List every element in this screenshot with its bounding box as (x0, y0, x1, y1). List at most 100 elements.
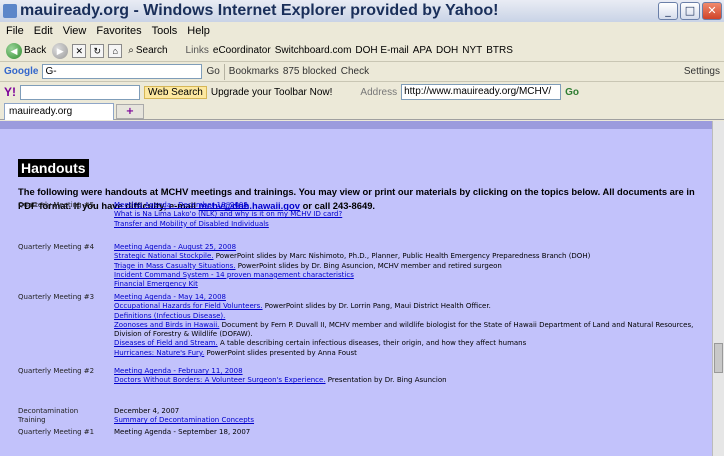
upgrade-toolbar-link[interactable]: Upgrade your Toolbar Now! (211, 87, 333, 98)
handout-link[interactable]: Transfer and Mobility of Disabled Indivi… (114, 220, 269, 228)
home-icon[interactable]: ⌂ (108, 43, 123, 58)
google-search-input[interactable] (42, 64, 203, 79)
search-label: Search (135, 45, 168, 56)
refresh-icon[interactable]: ↻ (90, 43, 105, 58)
handout-item: Meeting Agenda - August 25, 2008 (114, 243, 704, 252)
handout-description: PowerPoint slides by Dr. Bing Asuncion, … (237, 261, 502, 270)
handout-item: Transfer and Mobility of Disabled Indivi… (114, 220, 704, 229)
stop-icon[interactable]: ✕ (72, 43, 87, 58)
address-go-button[interactable]: Go (565, 87, 579, 98)
section-label: Decontamination Training (18, 407, 79, 425)
handout-item: Meeting Agenda - September 18, 2007 (114, 428, 704, 437)
link-doh[interactable]: DOH (436, 45, 458, 56)
handout-item: December 4, 2007 (114, 407, 704, 416)
menu-favorites[interactable]: Favorites (96, 25, 141, 37)
section-label: Quarterly Meeting #5 (18, 201, 95, 209)
handout-item: Financial Emergency Kit (114, 280, 704, 289)
close-button[interactable]: ✕ (702, 2, 722, 20)
window-title: mauiready.org - Windows Internet Explore… (20, 2, 499, 19)
handout-link[interactable]: Meeting Agenda - May 14, 2008 (114, 293, 226, 301)
menu-file[interactable]: File (6, 25, 24, 37)
handout-link[interactable]: Triage in Mass Casualty Situations. (114, 262, 236, 270)
handout-link[interactable]: Definitions (Infectious Disease). (114, 312, 225, 320)
minimize-button[interactable]: _ (658, 2, 678, 20)
vertical-scrollbar[interactable] (712, 121, 724, 456)
web-search-button[interactable]: Web Search (144, 85, 207, 99)
menu-bar: File Edit View Favorites Tools Help (0, 22, 724, 40)
handout-description: Meeting Agenda - September 18, 2007 (114, 428, 251, 436)
handout-item: Hurricanes: Nature's Fury. PowerPoint sl… (114, 349, 704, 358)
forward-button[interactable]: ▶ (52, 42, 69, 59)
handout-description: PowerPoint slides presented by Anna Fous… (206, 348, 357, 357)
link-doh-email[interactable]: DOH E-mail (355, 45, 408, 56)
page-header-strip (0, 121, 712, 129)
handout-item: Meeting Agenda - December 18, 2008 (114, 201, 704, 210)
menu-view[interactable]: View (63, 25, 87, 37)
back-button[interactable]: ◀ Back (4, 42, 48, 59)
bookmarks-button[interactable]: Bookmarks (229, 66, 279, 77)
address-label: Address (360, 86, 398, 98)
handout-item: Meeting Agenda - May 14, 2008 (114, 293, 704, 302)
handout-link[interactable]: Zoonoses and Birds in Hawaii. (114, 321, 219, 329)
handout-description: PowerPoint slides by Dr. Lorrin Pang, Ma… (264, 302, 491, 311)
handout-item: What is Na Lima Lako'o (NLK) and why is … (114, 210, 704, 219)
handout-description: December 4, 2007 (114, 407, 180, 415)
menu-edit[interactable]: Edit (34, 25, 53, 37)
settings-button[interactable]: Settings (684, 66, 720, 77)
section-items: Meeting Agenda - February 11, 2008 Doctor… (114, 367, 704, 386)
section-items: Meeting Agenda - December 18, 2008 What i… (114, 201, 704, 229)
handout-link[interactable]: Financial Emergency Kit (114, 280, 198, 288)
handout-link[interactable]: Diseases of Field and Stream. (114, 339, 218, 347)
address-input[interactable]: http://www.mauiready.org/MCHV/ (401, 84, 562, 100)
back-arrow-icon: ◀ (6, 42, 22, 59)
handout-link[interactable]: Strategic National Stockpile. (114, 252, 214, 260)
handout-item: Meeting Agenda - February 11, 2008 (114, 367, 704, 376)
handout-item: Summary of Decontamination Concepts (114, 416, 704, 425)
google-toolbar: Google Go Bookmarks 875 blocked Check Se… (0, 62, 724, 82)
link-btrs[interactable]: BTRS (486, 45, 513, 56)
spellcheck-button[interactable]: Check (341, 66, 369, 77)
yahoo-logo[interactable]: Y! (4, 85, 16, 99)
handout-link[interactable]: Meeting Agenda - August 25, 2008 (114, 243, 236, 251)
tab-bar: mauiready.org + (0, 102, 724, 120)
google-go-button[interactable]: Go (206, 66, 219, 77)
link-apa[interactable]: APA (413, 45, 432, 56)
handout-link[interactable]: Meeting Agenda - February 11, 2008 (114, 367, 243, 375)
toolbar-divider (223, 63, 225, 80)
back-label: Back (24, 45, 47, 56)
new-tab-button[interactable]: + (116, 104, 144, 119)
google-logo: Google (4, 66, 39, 77)
title-bar: mauiready.org - Windows Internet Explore… (0, 0, 724, 22)
handout-description: A table describing certain infectious di… (219, 339, 527, 348)
window-controls: _ □ ✕ (658, 2, 722, 20)
handout-item: Doctors Without Borders: A Volunteer Sur… (114, 376, 704, 385)
links-label: Links (185, 45, 209, 56)
menu-tools[interactable]: Tools (152, 25, 178, 37)
yahoo-toolbar: Y! Web Search Upgrade your Toolbar Now! … (0, 82, 724, 102)
section-items: Meeting Agenda - May 14, 2008 Occupationa… (114, 293, 704, 358)
link-ecoordinator[interactable]: eCoordinator (213, 45, 271, 56)
page-content: Handouts The following were handouts at … (0, 121, 712, 456)
menu-help[interactable]: Help (187, 25, 210, 37)
link-switchboard[interactable]: Switchboard.com (275, 45, 352, 56)
handout-link[interactable]: Meeting Agenda - December 18, 2008 (114, 201, 248, 209)
section-label: Quarterly Meeting #2 (18, 367, 95, 375)
yahoo-search-input[interactable] (20, 84, 140, 100)
handout-link[interactable]: Occupational Hazards for Field Volunteer… (114, 302, 263, 310)
handout-link[interactable]: Incident Command System - 14 proven mana… (114, 271, 354, 279)
search-button[interactable]: ⌕ Search (126, 45, 169, 56)
handout-link[interactable]: Summary of Decontamination Concepts (114, 416, 254, 424)
page-heading: Handouts (18, 159, 89, 177)
handout-link[interactable]: Hurricanes: Nature's Fury. (114, 349, 204, 357)
maximize-button[interactable]: □ (680, 2, 700, 20)
handout-item: Definitions (Infectious Disease). (114, 312, 704, 321)
section-items: December 4, 2007 Summary of Decontaminati… (114, 407, 704, 426)
tab-mauiready[interactable]: mauiready.org (4, 103, 114, 120)
scrollbar-thumb[interactable] (714, 343, 723, 373)
popup-blocked-counter[interactable]: 875 blocked (283, 66, 337, 77)
link-nyt[interactable]: NYT (462, 45, 482, 56)
ie-icon (3, 4, 17, 18)
section-items: Meeting Agenda - September 18, 2007 (114, 428, 704, 437)
handout-link[interactable]: Doctors Without Borders: A Volunteer Sur… (114, 376, 326, 384)
handout-link[interactable]: What is Na Lima Lako'o (NLK) and why is … (114, 210, 342, 218)
